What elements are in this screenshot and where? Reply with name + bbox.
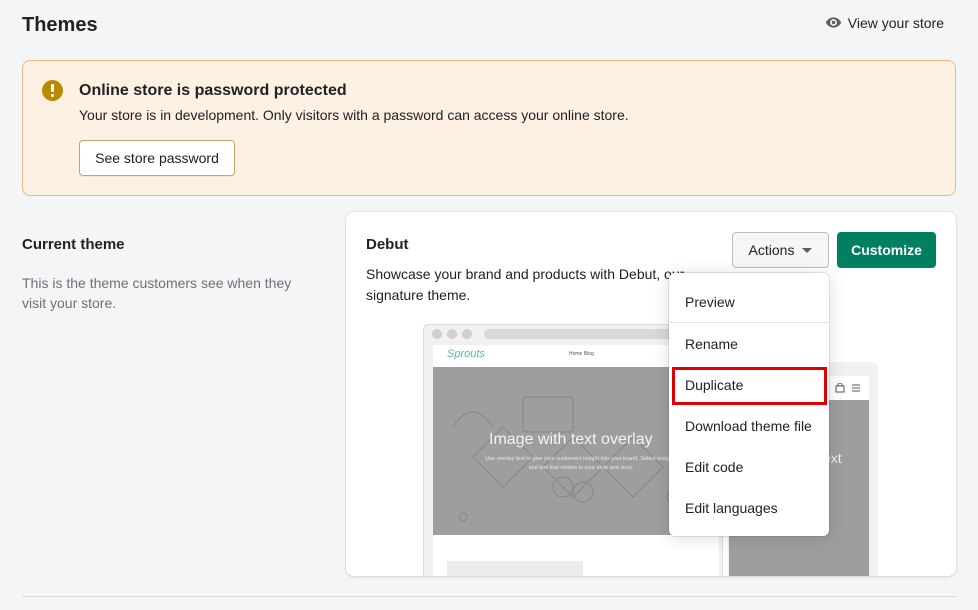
warning-icon <box>42 80 63 101</box>
preview-logo: Sprouts <box>447 348 485 360</box>
menu-item-download-theme-file[interactable]: Download theme file <box>669 409 829 443</box>
actions-menu: Preview Rename Duplicate Download theme … <box>669 273 829 536</box>
current-theme-card: Debut Showcase your brand and products w… <box>346 212 956 576</box>
bag-icon <box>835 383 845 393</box>
preview-nav: Home Blog <box>569 351 594 357</box>
menu-item-duplicate[interactable]: Duplicate <box>669 368 829 402</box>
preview-block <box>447 561 583 576</box>
banner-title: Online store is password protected <box>79 82 347 99</box>
current-theme-heading: Current theme <box>22 236 125 253</box>
actions-label: Actions <box>748 242 795 258</box>
eye-icon <box>825 17 841 28</box>
customize-button[interactable]: Customize <box>837 232 936 268</box>
banner-text: Your store is in development. Only visit… <box>79 107 629 123</box>
menu-separator <box>669 322 829 323</box>
browser-dot-icon <box>462 329 472 339</box>
hero-subtitle: Use overlay text to give your customers … <box>485 456 677 471</box>
menu-item-preview[interactable]: Preview <box>669 285 829 319</box>
hero-title: Image with text overlay <box>489 431 653 448</box>
password-banner: Online store is password protected Your … <box>22 60 956 196</box>
preview-body <box>433 535 719 576</box>
theme-name: Debut <box>366 236 409 253</box>
browser-dot-icon <box>447 329 457 339</box>
divider <box>22 596 956 597</box>
browser-dot-icon <box>432 329 442 339</box>
current-theme-description: This is the theme customers see when the… <box>22 275 292 311</box>
see-store-password-button[interactable]: See store password <box>79 140 235 176</box>
menu-item-edit-languages[interactable]: Edit languages <box>669 491 829 525</box>
theme-description: Showcase your brand and products with De… <box>366 266 685 303</box>
actions-button[interactable]: Actions <box>732 232 829 268</box>
page-title: Themes <box>22 14 98 36</box>
menu-item-edit-code[interactable]: Edit code <box>669 450 829 484</box>
url-bar <box>484 329 684 339</box>
view-store-label: View your store <box>847 14 944 31</box>
caret-down-icon <box>802 247 813 253</box>
menu-item-rename[interactable]: Rename <box>669 327 829 361</box>
view-store-link[interactable]: View your store <box>825 14 944 31</box>
menu-icon <box>852 384 860 392</box>
